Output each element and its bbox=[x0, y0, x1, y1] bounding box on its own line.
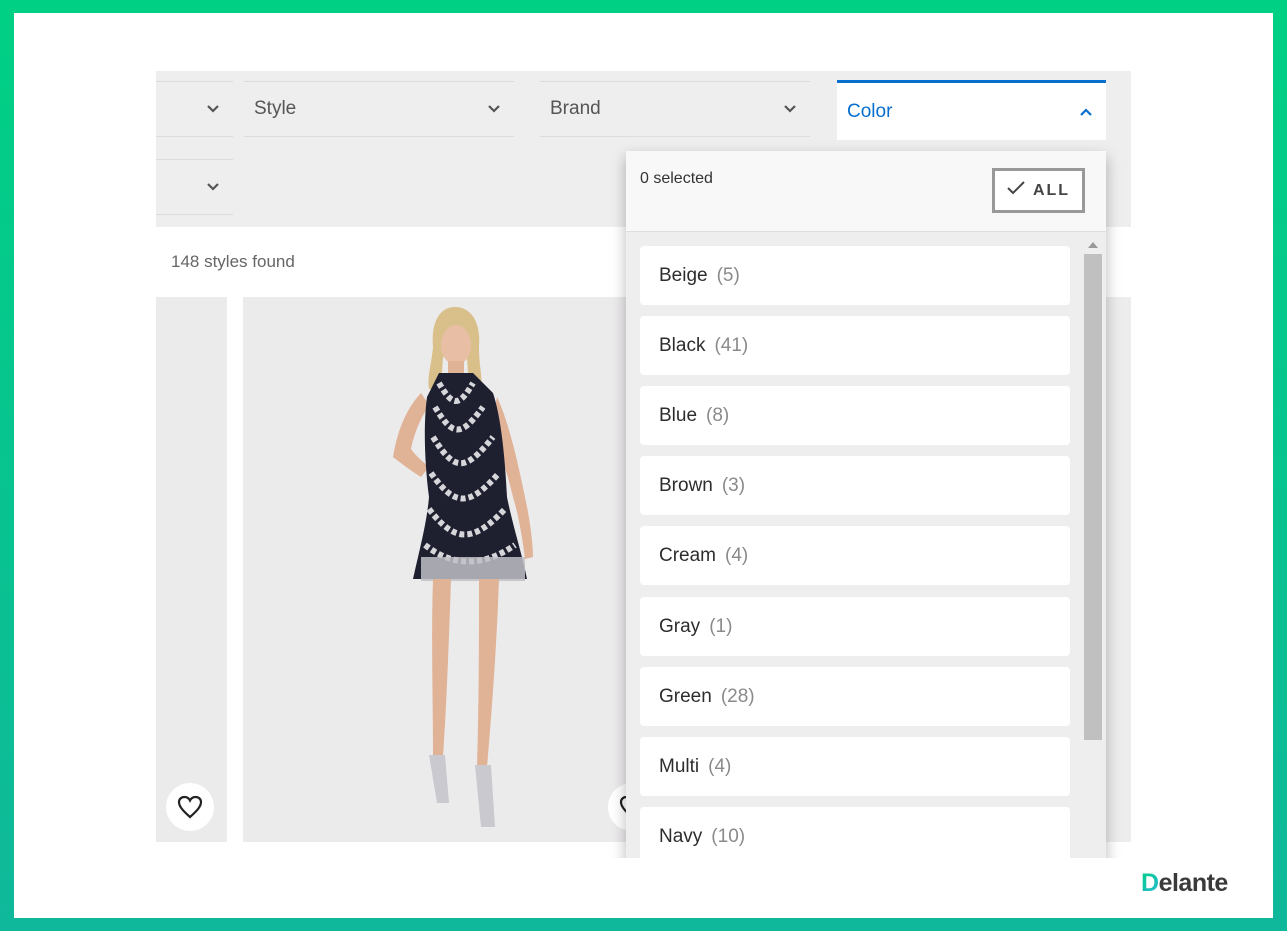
filter-dropdown-style[interactable]: Style bbox=[244, 81, 514, 137]
color-option-label: Black bbox=[659, 334, 706, 356]
color-option-cream[interactable]: Cream (4) bbox=[640, 526, 1070, 585]
color-option-label: Navy bbox=[659, 825, 703, 847]
scrollbar-thumb[interactable] bbox=[1084, 254, 1102, 740]
color-option-count: (3) bbox=[721, 474, 746, 496]
color-option-count: (1) bbox=[709, 615, 733, 637]
color-panel-header: 0 selected ALL bbox=[626, 151, 1106, 232]
product-card[interactable] bbox=[243, 297, 663, 842]
heart-icon[interactable] bbox=[166, 783, 214, 831]
color-option-label: Gray bbox=[659, 615, 701, 637]
select-all-button[interactable]: ALL bbox=[992, 168, 1085, 213]
color-option-count: (28) bbox=[720, 685, 755, 707]
filter-label-style: Style bbox=[254, 98, 297, 119]
shop-page: Style Brand Color 148 styles found 0 sel… bbox=[156, 71, 1131, 858]
chevron-down-icon bbox=[782, 101, 798, 117]
color-option-gray[interactable]: Gray (1) bbox=[640, 597, 1070, 656]
filter-label-color: Color bbox=[847, 100, 893, 122]
product-image bbox=[243, 297, 663, 842]
scroll-up-arrow-icon[interactable] bbox=[1088, 242, 1098, 248]
color-option-green[interactable]: Green (28) bbox=[640, 667, 1070, 726]
select-all-label: ALL bbox=[1032, 181, 1071, 199]
filter-dropdown-partial-2[interactable] bbox=[156, 159, 233, 215]
color-option-brown[interactable]: Brown (3) bbox=[640, 456, 1070, 515]
chevron-down-icon bbox=[486, 101, 502, 117]
filter-dropdown-partial[interactable] bbox=[156, 81, 233, 137]
filter-label-brand: Brand bbox=[550, 98, 601, 119]
filter-dropdown-brand[interactable]: Brand bbox=[540, 81, 810, 137]
chevron-down-icon bbox=[205, 101, 221, 117]
color-option-label: Beige bbox=[659, 264, 708, 286]
color-panel-scrollbar[interactable] bbox=[1084, 238, 1102, 858]
check-icon bbox=[1007, 181, 1025, 200]
color-option-count: (8) bbox=[706, 404, 730, 426]
color-filter-panel: 0 selected ALL Beige (5) Black (41) Blue… bbox=[626, 151, 1106, 858]
chevron-up-icon bbox=[1078, 104, 1094, 120]
color-option-label: Multi bbox=[659, 755, 700, 777]
color-option-multi[interactable]: Multi (4) bbox=[640, 737, 1070, 796]
product-card-partial[interactable] bbox=[156, 297, 227, 842]
color-option-count: (4) bbox=[725, 544, 749, 566]
color-option-count: (41) bbox=[714, 334, 749, 356]
color-option-label: Green bbox=[659, 685, 712, 707]
filter-dropdown-color[interactable]: Color bbox=[837, 80, 1106, 140]
color-option-count: (4) bbox=[708, 755, 732, 777]
logo-first-letter: D bbox=[1141, 869, 1159, 897]
color-option-label: Brown bbox=[659, 474, 713, 496]
color-option-count: (10) bbox=[711, 825, 746, 847]
delante-logo: Delante bbox=[1141, 869, 1228, 898]
color-option-navy[interactable]: Navy (10) bbox=[640, 807, 1070, 858]
color-option-black[interactable]: Black (41) bbox=[640, 316, 1070, 375]
chevron-down-icon bbox=[205, 179, 221, 195]
results-count: 148 styles found bbox=[171, 252, 295, 271]
screenshot-frame: Style Brand Color 148 styles found 0 sel… bbox=[14, 13, 1273, 918]
selected-count: 0 selected bbox=[640, 170, 713, 187]
color-option-beige[interactable]: Beige (5) bbox=[640, 246, 1070, 305]
color-option-count: (5) bbox=[716, 264, 740, 286]
logo-text: elante bbox=[1158, 869, 1229, 897]
color-option-label: Blue bbox=[659, 404, 698, 426]
color-option-blue[interactable]: Blue (8) bbox=[640, 386, 1070, 445]
color-option-label: Cream bbox=[659, 544, 717, 566]
